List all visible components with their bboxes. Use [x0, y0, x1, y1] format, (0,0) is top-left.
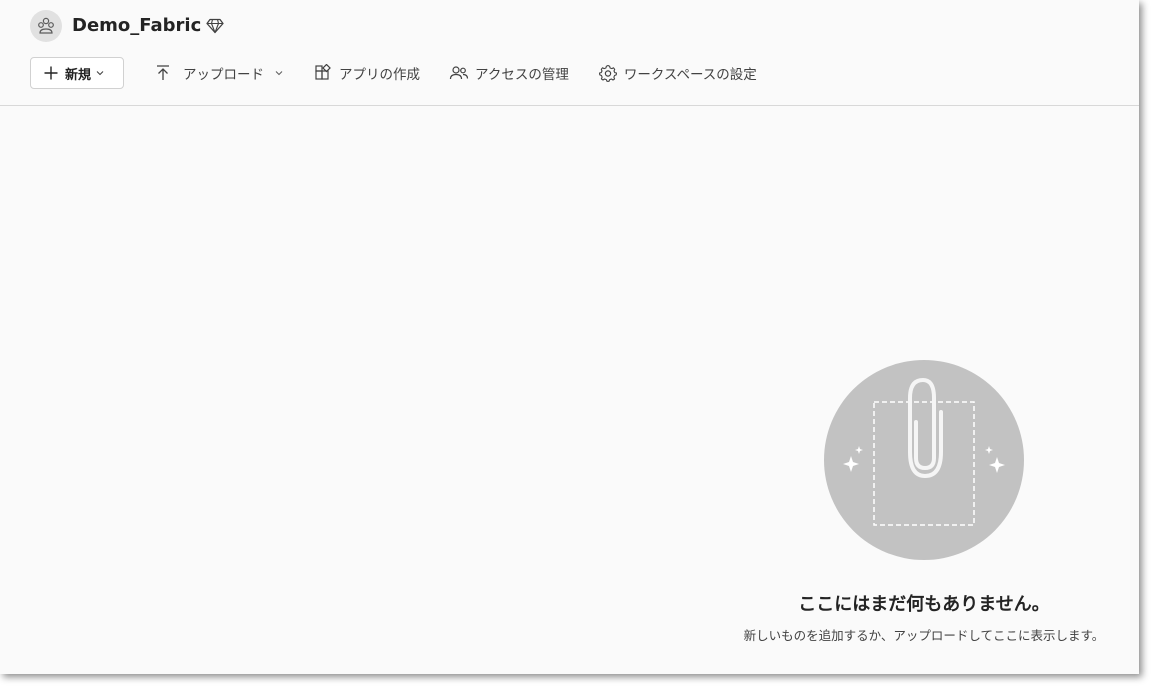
workspace-window: Demo_Fabric 新規 アップロード アプリの作成 アクセスの管理 ワーク… [0, 0, 1139, 674]
upload-label: アップロード [183, 67, 264, 83]
workspace-avatar [30, 10, 62, 42]
new-button[interactable]: 新規 [30, 57, 124, 89]
new-button-label: 新規 [65, 67, 92, 83]
workspace-settings-button[interactable]: ワークスペースの設定 [598, 57, 757, 89]
chevron-down-icon [274, 69, 284, 77]
diamond-icon[interactable] [205, 16, 225, 36]
upload-button[interactable]: アップロード [153, 57, 284, 89]
workspace-settings-label: ワークスペースの設定 [623, 67, 757, 83]
empty-state-illustration [824, 360, 1024, 560]
gear-icon [598, 63, 618, 83]
workspace-group-icon [38, 17, 54, 34]
plus-icon [43, 65, 59, 81]
empty-state-subtitle: 新しいものを追加するか、アップロードしてここに表示します。 [743, 628, 1105, 643]
manage-access-button[interactable]: アクセスの管理 [449, 57, 569, 89]
workspace-toolbar: 新規 アップロード アプリの作成 アクセスの管理 ワークスペースの設定 [30, 57, 757, 89]
workspace-header: Demo_Fabric 新規 アップロード アプリの作成 アクセスの管理 ワーク… [0, 0, 1139, 106]
create-app-label: アプリの作成 [339, 67, 420, 83]
workspace-title: Demo_Fabric [72, 15, 202, 36]
manage-access-label: アクセスの管理 [475, 67, 569, 83]
chevron-down-icon [95, 69, 105, 77]
app-grid-icon [313, 63, 333, 83]
people-icon [449, 63, 469, 83]
empty-state-title: ここにはまだ何もありません。 [798, 594, 1050, 615]
create-app-button[interactable]: アプリの作成 [313, 57, 420, 89]
upload-arrow-icon [153, 63, 173, 83]
